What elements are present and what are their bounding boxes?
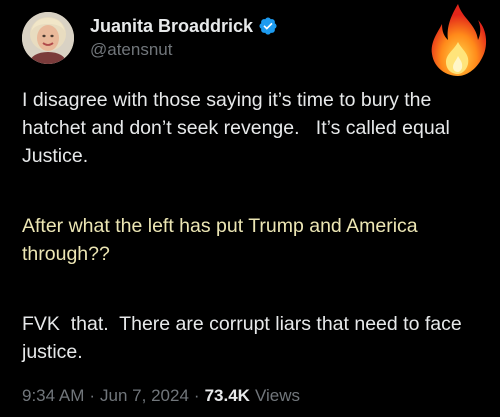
verified-badge-icon [258,16,278,36]
fire-emoji-icon [426,2,490,78]
avatar[interactable] [22,12,74,64]
tweet-date-link[interactable]: Jun 7, 2024 [100,386,189,406]
views-label: Views [254,386,300,405]
tweet-paragraph: After what the left has put Trump and Am… [22,215,424,265]
meta-separator: · [89,386,96,405]
views-count: 73.4K [204,386,250,405]
tweet-time-link[interactable]: 9:34 AM [22,386,84,406]
tweet-paragraph: I disagree with those saying it’s time t… [22,89,456,167]
author-name-row: Juanita Broaddrick [90,14,278,38]
tweet-card: Juanita Broaddrick @atensnut I disagree … [0,0,500,417]
meta-separator: · [193,386,200,405]
author-handle[interactable]: @atensnut [90,40,172,60]
tweet-paragraph: FVK that. There are corrupt liars that n… [22,313,468,363]
avatar-image [22,12,74,64]
author-display-name[interactable]: Juanita Broaddrick [90,16,253,37]
tweet-meta: 9:34 AM · Jun 7, 2024 · 73.4K Views [22,386,300,406]
